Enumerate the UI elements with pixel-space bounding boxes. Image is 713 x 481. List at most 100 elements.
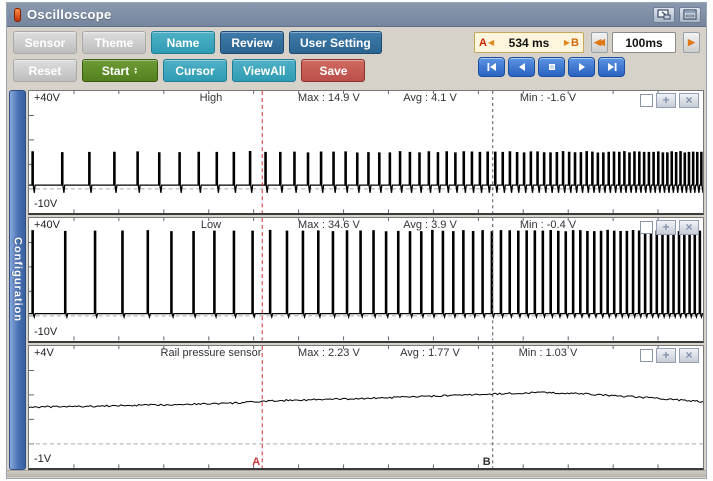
start-button-label: Start	[102, 64, 129, 78]
playback-last-button[interactable]	[598, 57, 625, 77]
stat-avg-high: Avg : 4.1 V	[403, 92, 457, 104]
voltage-min-label-low: -10V	[34, 326, 57, 338]
playback-stop-button[interactable]	[538, 57, 565, 77]
skip-to-end-icon	[606, 61, 618, 73]
popout-icon	[657, 9, 671, 20]
review-button[interactable]: Review	[220, 31, 284, 54]
cursor-button[interactable]: Cursor	[163, 59, 227, 82]
channel-checkbox-high[interactable]	[640, 94, 653, 107]
channel-plus-button-high[interactable]: +	[656, 93, 676, 108]
stat-min-rail-pressure: Min : 1.03 V	[519, 347, 578, 359]
cursor-range-display[interactable]: A ◀ 534 ms ▶ B	[474, 32, 584, 53]
stat-min-low: Min : -0.4 V	[520, 219, 576, 231]
start-spinner-icon: ▲▼	[133, 67, 138, 75]
plus-icon: +	[662, 348, 669, 362]
timebase-decrease-button[interactable]: ◀◀	[591, 32, 608, 53]
step-back-icon	[516, 61, 528, 73]
skip-to-start-icon	[486, 61, 498, 73]
step-forward-icon	[576, 61, 588, 73]
screen: Oscilloscope Sensor Theme Name Review User S…	[0, 0, 713, 481]
close-icon: ×	[685, 220, 692, 234]
channel-plus-button-low[interactable]: +	[656, 220, 676, 235]
stat-max-low: Max : 34.6 V	[298, 219, 360, 231]
stop-icon	[546, 61, 558, 73]
playback-next-button[interactable]	[568, 57, 595, 77]
channel-close-button-rail-pressure[interactable]: ×	[679, 348, 699, 363]
viewall-button-label: ViewAll	[243, 64, 285, 78]
stat-max-rail-pressure: Max : 2.23 V	[298, 347, 360, 359]
timebase-increase-button[interactable]: ▶	[683, 32, 700, 53]
user-setting-button[interactable]: User Setting	[289, 31, 382, 54]
close-icon: ×	[685, 93, 692, 107]
scope-content: Configuration +40V -10V High Max : 14.9 V Av…	[7, 89, 706, 470]
waveform-plot-high	[29, 91, 703, 213]
bottom-strip	[7, 470, 706, 477]
cursor-b-marker: B	[571, 37, 579, 49]
save-button[interactable]: Save	[301, 59, 365, 82]
voltage-min-label-high: -10V	[34, 198, 57, 210]
stat-max-high: Max : 14.9 V	[298, 92, 360, 104]
theme-button-label: Theme	[95, 36, 134, 50]
save-button-label: Save	[319, 64, 347, 78]
channel-name-high: High	[200, 92, 223, 104]
waveform-plot-rail-pressure	[29, 346, 703, 468]
channel-close-button-low[interactable]: ×	[679, 220, 699, 235]
channel-panels: +40V -10V High Max : 14.9 V Avg : 4.1 V Min :…	[28, 90, 704, 470]
app-icon	[14, 8, 21, 22]
voltage-min-label-rail-pressure: -1V	[34, 453, 51, 465]
cursor-a-label: A	[252, 456, 260, 468]
range-right-arrow-icon: ▶	[563, 38, 571, 47]
time-row: A ◀ 534 ms ▶ B ◀◀ 100ms ▶	[474, 32, 700, 53]
oscilloscope-window: Oscilloscope Sensor Theme Name Review User S…	[6, 2, 707, 479]
voltage-max-label-rail-pressure: +4V	[34, 347, 54, 359]
channel-checkbox-rail-pressure[interactable]	[640, 349, 653, 362]
plus-icon: +	[662, 220, 669, 234]
sensor-button-label: Sensor	[25, 36, 66, 50]
channel-controls-rail-pressure: +×	[640, 348, 699, 363]
start-button[interactable]: Start ▲▼	[82, 59, 158, 82]
cursor-a-marker: A	[479, 37, 487, 49]
waveform-trace	[29, 152, 703, 193]
playback-prev-button[interactable]	[508, 57, 535, 77]
channel-checkbox-low[interactable]	[640, 221, 653, 234]
user-setting-button-label: User Setting	[300, 36, 371, 50]
toolbar-button-grid: SensorThemeNameReviewUser SettingResetSt…	[13, 31, 382, 87]
channel-close-button-high[interactable]: ×	[679, 93, 699, 108]
titlebar: Oscilloscope	[7, 3, 706, 27]
playback-first-button[interactable]	[478, 57, 505, 77]
viewall-button[interactable]: ViewAll	[232, 59, 296, 82]
channel-name-low: Low	[201, 219, 221, 231]
voltage-max-label-low: +40V	[34, 219, 60, 231]
theme-button[interactable]: Theme	[82, 31, 146, 54]
name-button[interactable]: Name	[151, 31, 215, 54]
playback-bar	[478, 57, 625, 77]
voltage-max-label-high: +40V	[34, 92, 60, 104]
minimize-icon	[683, 9, 697, 20]
channel-name-rail-pressure: Rail pressure sensor	[161, 347, 262, 359]
channel-plus-button-rail-pressure[interactable]: +	[656, 348, 676, 363]
review-button-label: Review	[231, 36, 272, 50]
minimize-window-button[interactable]	[679, 7, 701, 23]
channel-controls-low: +×	[640, 220, 699, 235]
popout-window-button[interactable]	[653, 7, 675, 23]
waveform-plot-low	[29, 218, 703, 340]
sensor-button[interactable]: Sensor	[13, 31, 77, 54]
stat-avg-rail-pressure: Avg : 1.77 V	[400, 347, 460, 359]
toolbar: SensorThemeNameReviewUser SettingResetSt…	[7, 27, 706, 89]
close-icon: ×	[685, 348, 692, 362]
reset-button[interactable]: Reset	[13, 59, 77, 82]
configuration-label: Configuration	[12, 237, 24, 322]
cursor-button-label: Cursor	[175, 64, 214, 78]
stat-min-high: Min : -1.6 V	[520, 92, 576, 104]
time-controls: A ◀ 534 ms ▶ B ◀◀ 100ms ▶	[474, 31, 700, 87]
name-button-label: Name	[167, 36, 200, 50]
configuration-tab[interactable]: Configuration	[9, 90, 26, 470]
cursor-b-label: B	[483, 456, 491, 468]
channel-panel-rail-pressure: +4V -1V Rail pressure sensor Max : 2.23 V Av…	[28, 345, 704, 470]
window-title: Oscilloscope	[27, 7, 649, 22]
stat-avg-low: Avg : 3.9 V	[403, 219, 457, 231]
channel-panel-low: +40V -10V Low Max : 34.6 V Avg : 3.9 V Min : …	[28, 217, 704, 342]
channel-controls-high: +×	[640, 93, 699, 108]
channel-panel-high: +40V -10V High Max : 14.9 V Avg : 4.1 V Min :…	[28, 90, 704, 215]
timebase-display[interactable]: 100ms	[612, 32, 676, 53]
